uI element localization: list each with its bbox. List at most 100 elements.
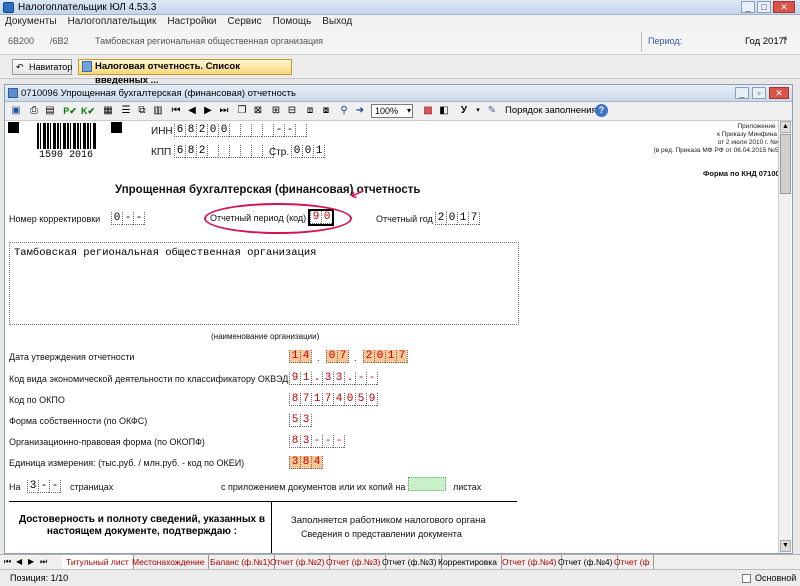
- check-icon[interactable]: P✔: [63, 104, 77, 118]
- paste-icon[interactable]: ⧇: [319, 104, 333, 118]
- digit-cell[interactable]: 6: [174, 124, 185, 137]
- goto-icon[interactable]: ➜: [353, 104, 367, 118]
- vertical-scrollbar[interactable]: ▲ ▼: [778, 121, 791, 553]
- navigator-button[interactable]: ↶ Навигатор: [12, 59, 72, 75]
- red-form-icon[interactable]: ▩: [421, 104, 435, 118]
- digit-cell[interactable]: 0: [374, 350, 385, 363]
- help-icon[interactable]: ?: [595, 104, 608, 117]
- digit-cell[interactable]: 9: [366, 393, 377, 406]
- tab-location[interactable]: Местонахождение: [128, 555, 210, 569]
- attach-sheets-field[interactable]: [408, 477, 446, 491]
- digit-cell[interactable]: .: [344, 372, 355, 385]
- remove-icon[interactable]: ⊟: [285, 104, 299, 118]
- menu-settings[interactable]: Настройки: [162, 15, 222, 29]
- digit-cell[interactable]: -: [355, 372, 366, 385]
- digit-cell[interactable]: [240, 124, 251, 137]
- digit-cell[interactable]: 7: [396, 350, 407, 363]
- last-page-icon[interactable]: ⏭: [217, 104, 231, 118]
- menu-help[interactable]: Помощь: [268, 15, 318, 29]
- digit-cell[interactable]: 1: [289, 350, 300, 363]
- approve-day-field[interactable]: 14: [289, 350, 312, 363]
- font-menu-icon[interactable]: У: [457, 104, 471, 118]
- pages-field[interactable]: 3--: [27, 480, 61, 493]
- digit-cell[interactable]: 2: [196, 145, 207, 158]
- doc-minimize-button[interactable]: _: [735, 87, 749, 99]
- digit-cell[interactable]: [251, 145, 262, 158]
- scroll-thumb[interactable]: [780, 134, 791, 194]
- tab-report-4b[interactable]: Отчет (ф.№4): [554, 555, 618, 569]
- org-name-box[interactable]: Тамбовская региональная общественная орг…: [9, 242, 519, 325]
- doc-restore-button[interactable]: ▫: [752, 87, 766, 99]
- find-icon[interactable]: ⚲: [337, 104, 351, 118]
- digit-cell[interactable]: 0: [344, 393, 355, 406]
- approve-year-field[interactable]: 2017: [363, 350, 408, 363]
- fill-order-link[interactable]: Порядок заполнения: [505, 105, 597, 116]
- page-number-field[interactable]: 001: [291, 145, 325, 158]
- prev-page-icon[interactable]: ◀: [185, 104, 199, 118]
- digit-cell[interactable]: 7: [337, 350, 348, 363]
- kpp-field[interactable]: 682: [174, 145, 274, 158]
- digit-cell[interactable]: 6: [174, 145, 185, 158]
- digit-cell[interactable]: [240, 145, 251, 158]
- tab-report-more[interactable]: Отчет (ф: [610, 555, 655, 569]
- digit-cell[interactable]: 0: [302, 145, 313, 158]
- digit-cell[interactable]: -: [38, 480, 49, 493]
- period-value[interactable]: Год 2017г: [745, 36, 787, 47]
- digit-cell[interactable]: [229, 124, 240, 137]
- chevron-down-icon[interactable]: ▾: [783, 34, 787, 43]
- digit-cell[interactable]: 0: [326, 350, 337, 363]
- digit-cell[interactable]: 3: [300, 414, 311, 427]
- list-icon[interactable]: ☰: [119, 104, 133, 118]
- digit-cell[interactable]: 0: [446, 212, 457, 225]
- tab-tax-reports-list[interactable]: Налоговая отчетность. Список введенных .…: [78, 59, 292, 86]
- digit-cell[interactable]: 4: [333, 393, 344, 406]
- digit-cell[interactable]: 1: [457, 212, 468, 225]
- scroll-down-icon[interactable]: ▼: [780, 540, 791, 552]
- digit-cell[interactable]: 7: [322, 393, 333, 406]
- digit-cell[interactable]: 5: [289, 414, 300, 427]
- table-icon[interactable]: ▦: [101, 104, 115, 118]
- digit-cell[interactable]: 7: [468, 212, 479, 225]
- digit-cell[interactable]: 8: [185, 124, 196, 137]
- inn-field[interactable]: 68200 --: [174, 124, 307, 137]
- digit-cell[interactable]: 8: [185, 145, 196, 158]
- digit-cell[interactable]: [229, 145, 240, 158]
- print-icon[interactable]: ⎙: [27, 104, 41, 118]
- digit-cell[interactable]: 0: [111, 212, 122, 225]
- digit-cell[interactable]: -: [284, 124, 295, 137]
- preview-icon[interactable]: ▤: [43, 104, 57, 118]
- tab-report-3b[interactable]: Отчет (ф.№3): [378, 555, 442, 569]
- menu-exit[interactable]: Выход: [317, 15, 358, 29]
- first-tab-icon[interactable]: ⏮: [4, 555, 11, 569]
- okopf-field[interactable]: 83---: [289, 435, 345, 448]
- digit-cell[interactable]: -: [333, 435, 344, 448]
- minimize-button[interactable]: _: [741, 1, 755, 13]
- digit-cell[interactable]: 1: [313, 145, 324, 158]
- digit-cell[interactable]: 8: [300, 456, 311, 469]
- digit-cell[interactable]: [295, 124, 306, 137]
- next-page-icon[interactable]: ▶: [201, 104, 215, 118]
- digit-cell[interactable]: 0: [218, 124, 229, 137]
- menu-taxpayer[interactable]: Налогоплательщик: [63, 15, 163, 29]
- okfs-field[interactable]: 53: [289, 414, 312, 427]
- digit-cell[interactable]: 1: [311, 393, 322, 406]
- digit-cell[interactable]: 7: [300, 393, 311, 406]
- copy-icon[interactable]: ⧈: [303, 104, 317, 118]
- chevron-down-icon[interactable]: ▾: [471, 104, 485, 118]
- zoom-select[interactable]: 100% ▾: [371, 104, 413, 118]
- digit-cell[interactable]: -: [366, 372, 377, 385]
- save-icon[interactable]: ▣: [9, 104, 23, 118]
- digit-cell[interactable]: -: [49, 480, 60, 493]
- menu-service[interactable]: Сервис: [222, 15, 267, 29]
- close-button[interactable]: ✕: [773, 1, 795, 13]
- grid-icon[interactable]: ▥: [151, 104, 165, 118]
- digit-cell[interactable]: 3: [300, 435, 311, 448]
- year-field[interactable]: 2017: [435, 212, 480, 225]
- delete-page-icon[interactable]: ⊠: [251, 104, 265, 118]
- okei-field[interactable]: 384: [289, 456, 323, 469]
- digit-cell[interactable]: 1: [300, 372, 311, 385]
- digit-cell[interactable]: 5: [355, 393, 366, 406]
- approve-month-field[interactable]: 07: [326, 350, 349, 363]
- tab-report-3a[interactable]: Отчет (ф.№3): [322, 555, 386, 569]
- digit-cell[interactable]: -: [322, 435, 333, 448]
